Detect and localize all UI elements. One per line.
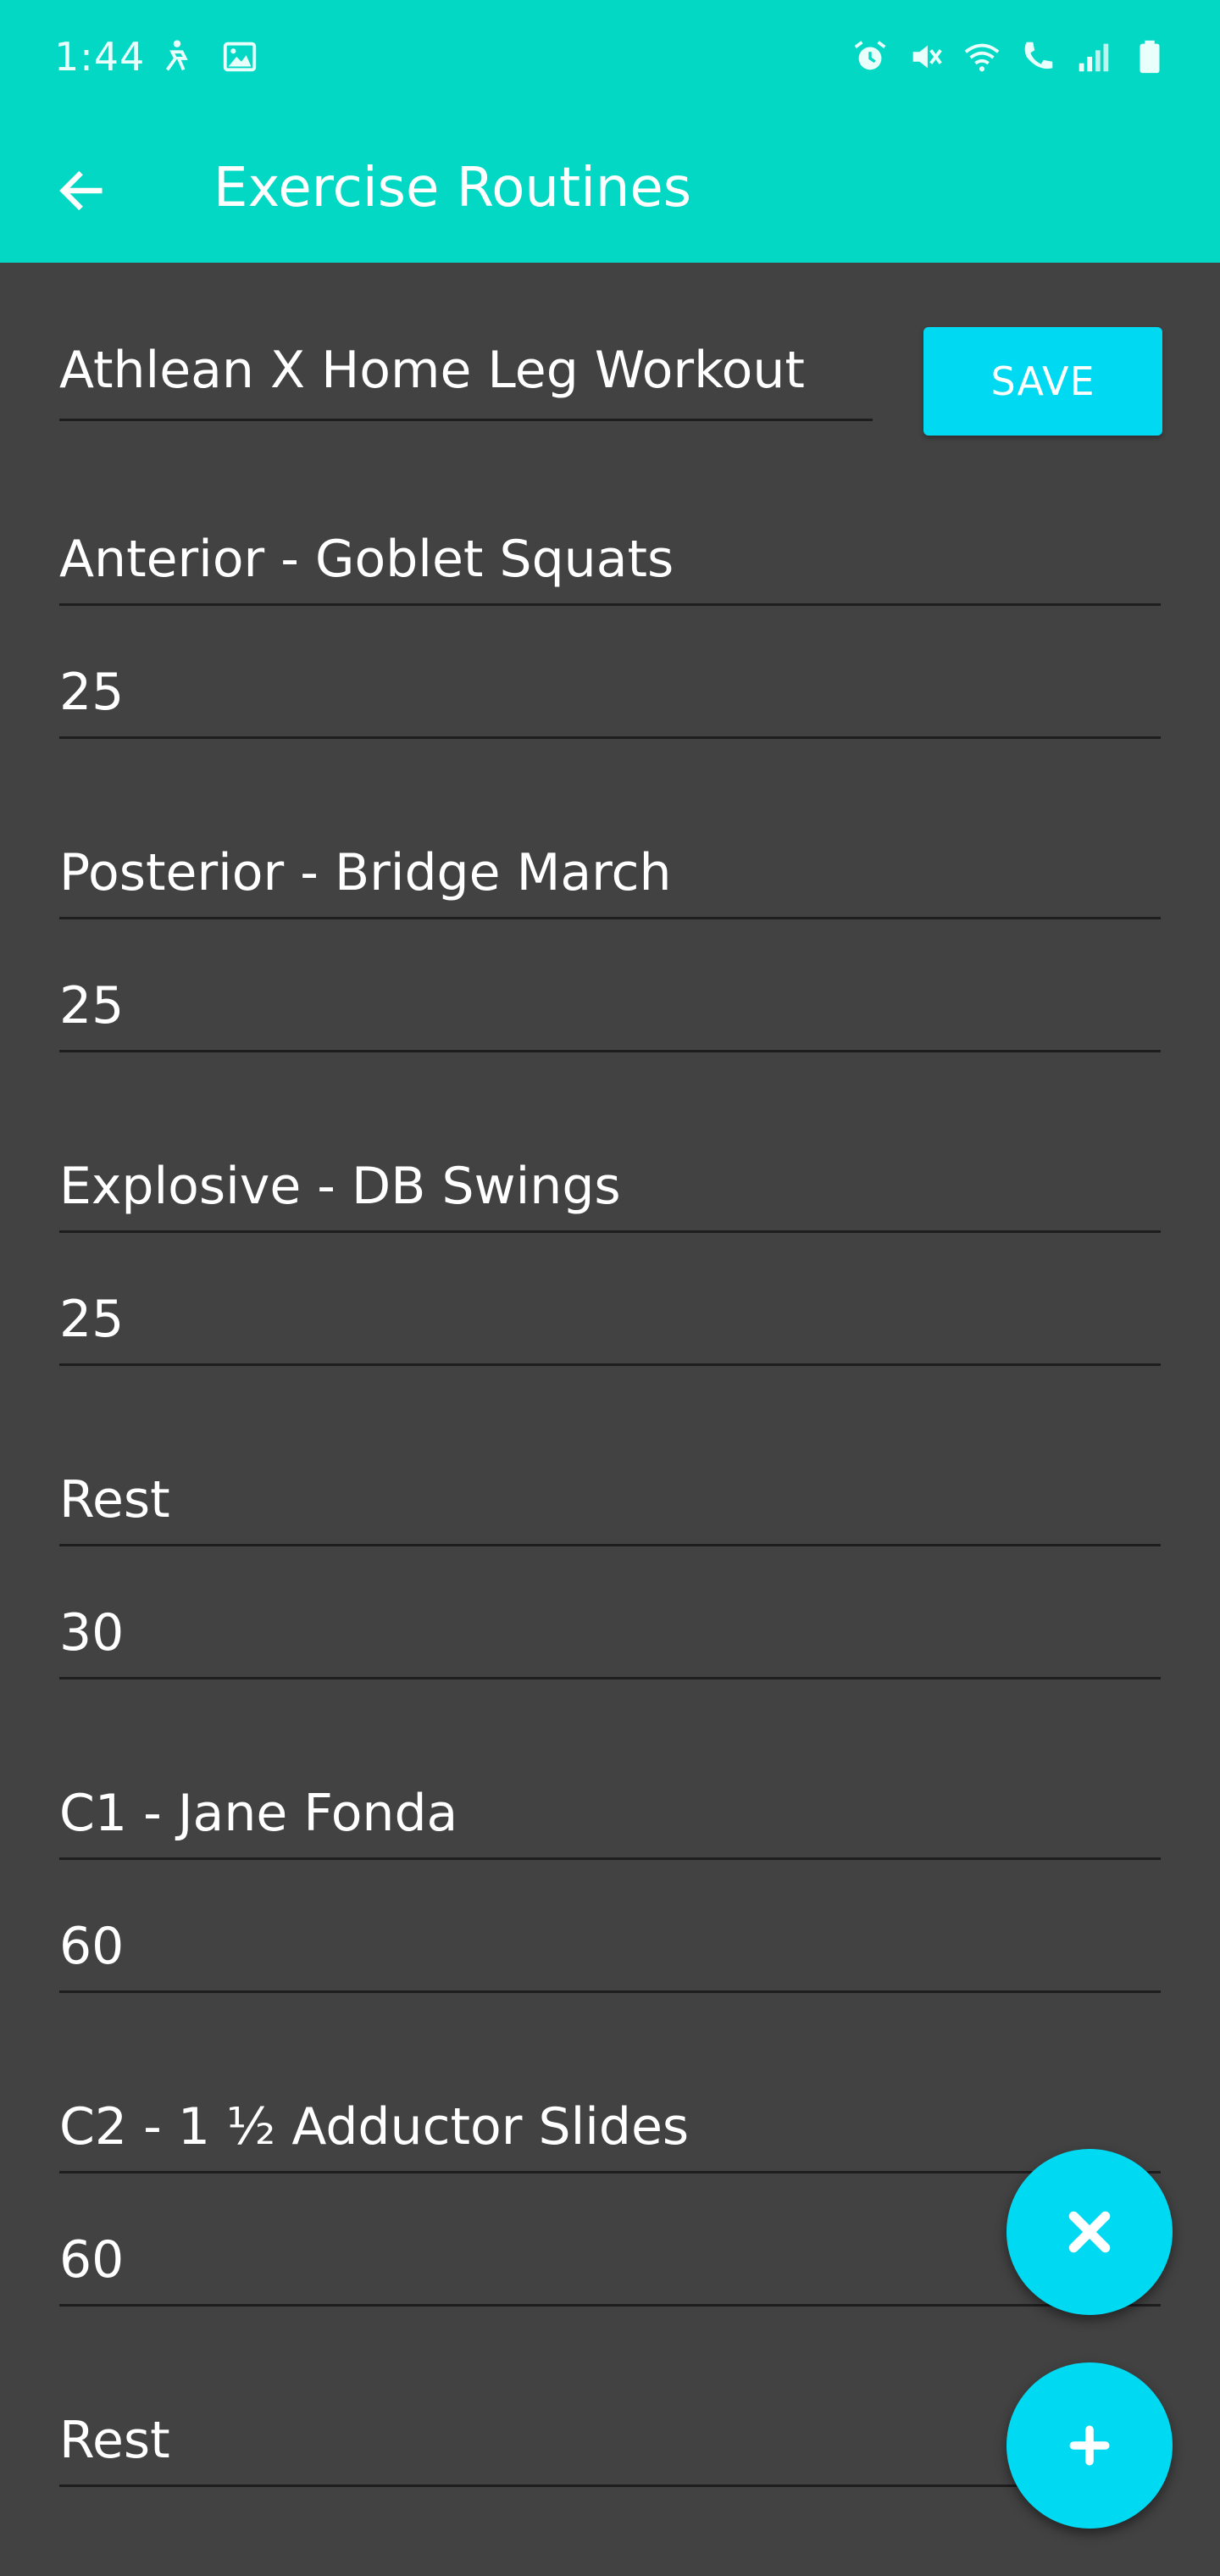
exercise-item: Posterior - Bridge March 25 <box>59 819 1161 1052</box>
exercise-duration-input[interactable]: 25 <box>59 1265 1161 1366</box>
wifi-icon <box>962 37 1001 76</box>
exercise-name-input[interactable]: Rest <box>59 1446 1161 1546</box>
close-icon <box>1068 2211 1111 2253</box>
save-button[interactable]: SAVE <box>923 327 1162 436</box>
app-bar: Exercise Routines <box>0 119 1220 263</box>
exercise-item: C2 - 1 ½ Adductor Slides 60 <box>59 2073 1161 2307</box>
status-bar: 1:44 <box>0 0 1220 119</box>
exercise-item: Rest <box>59 2386 1161 2487</box>
back-button[interactable] <box>47 157 115 225</box>
exercise-item: Explosive - DB Swings 25 <box>59 1132 1161 1366</box>
exercise-item: Rest 30 <box>59 1446 1161 1679</box>
close-fab-button[interactable] <box>1006 2149 1173 2315</box>
exercise-list: Anterior - Goblet Squats 25 Posterior - … <box>59 505 1161 2487</box>
status-time: 1:44 <box>54 34 146 80</box>
exercise-name-input[interactable]: C1 - Jane Fonda <box>59 1759 1161 1860</box>
exercise-duration-input[interactable]: 25 <box>59 952 1161 1052</box>
exercise-name-input[interactable]: Posterior - Bridge March <box>59 819 1161 919</box>
mute-icon <box>907 37 946 76</box>
exercise-duration-input[interactable]: 30 <box>59 1579 1161 1679</box>
image-icon <box>220 37 259 76</box>
exercise-name-input[interactable]: Anterior - Goblet Squats <box>59 505 1161 606</box>
battery-icon <box>1130 37 1169 76</box>
alarm-icon <box>851 37 890 76</box>
exercise-item: Anterior - Goblet Squats 25 <box>59 505 1161 739</box>
arrow-left-icon <box>59 170 103 211</box>
exercise-duration-input[interactable]: 25 <box>59 638 1161 739</box>
add-exercise-fab-button[interactable] <box>1006 2362 1173 2529</box>
wifi-calling-icon <box>1018 37 1057 76</box>
routine-name-input[interactable]: Athlean X Home Leg Workout <box>59 322 873 421</box>
exercise-name-input[interactable]: Explosive - DB Swings <box>59 1132 1161 1233</box>
exercise-name-input[interactable]: C2 - 1 ½ Adductor Slides <box>59 2073 1161 2174</box>
routine-name-row: Athlean X Home Leg Workout SAVE <box>59 322 1162 436</box>
page-title: Exercise Routines <box>214 157 692 219</box>
accessibility-icon <box>158 37 197 76</box>
signal-icon <box>1074 37 1113 76</box>
exercise-duration-input[interactable]: 60 <box>59 1892 1161 1993</box>
exercise-name-input[interactable]: Rest <box>59 2386 1161 2487</box>
plus-icon <box>1069 2425 1110 2466</box>
exercise-item: C1 - Jane Fonda 60 <box>59 1759 1161 1993</box>
exercise-duration-input[interactable]: 60 <box>59 2206 1161 2307</box>
